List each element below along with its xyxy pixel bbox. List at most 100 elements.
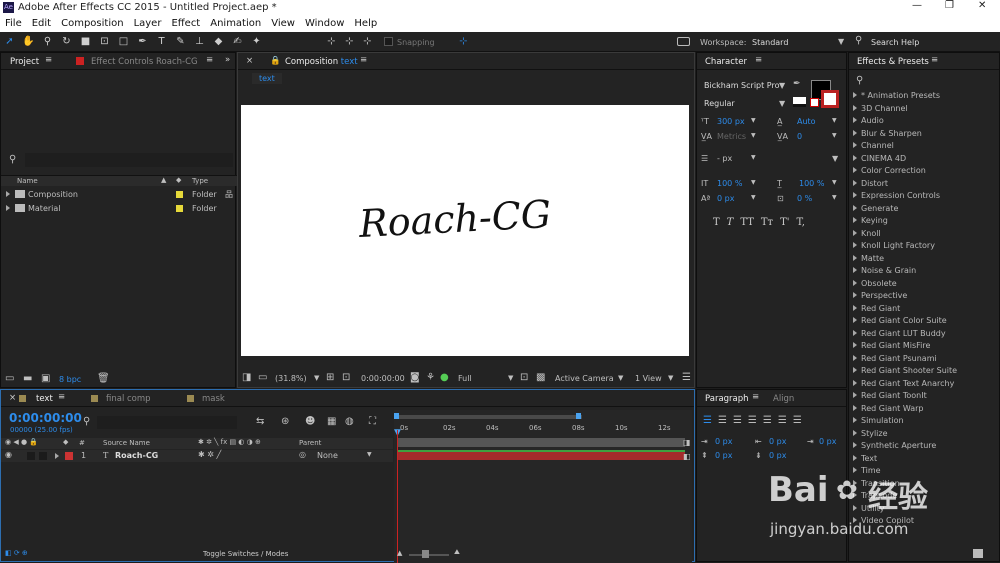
expand-arrow-icon[interactable]: [853, 404, 857, 411]
effect-category[interactable]: Noise & Grain: [853, 265, 999, 278]
sort-icon[interactable]: ▲: [161, 176, 166, 184]
work-area-bar[interactable]: [396, 415, 582, 419]
view-select[interactable]: 1 View: [635, 374, 662, 383]
kerning-value[interactable]: Metrics: [717, 132, 746, 141]
transparency-grid-icon[interactable]: ▩: [536, 372, 545, 383]
leading-dropdown-icon[interactable]: ▼: [832, 117, 837, 124]
shy-layers-icon[interactable]: ☻: [305, 416, 315, 427]
expand-arrow-icon[interactable]: [853, 142, 857, 148]
expand-arrow-icon[interactable]: [853, 279, 857, 286]
composition-canvas[interactable]: Roach-CG: [241, 105, 689, 356]
effect-category[interactable]: Red Giant LUT Buddy: [853, 328, 999, 341]
draft-3d-icon[interactable]: ⊛: [281, 416, 289, 427]
always-preview-icon[interactable]: ◨: [242, 372, 251, 383]
layer-duration-bar[interactable]: [397, 450, 685, 460]
grid-icon[interactable]: ⊞: [326, 372, 334, 383]
clone-tool-icon[interactable]: ⊥: [193, 35, 206, 48]
axis-local-icon[interactable]: ⊹: [325, 35, 338, 48]
effect-category[interactable]: Red Giant Text Anarchy: [853, 378, 999, 391]
tsume-value[interactable]: 0 %: [797, 194, 812, 203]
parent-select[interactable]: None: [317, 451, 338, 460]
zoom-out-icon[interactable]: ▲: [397, 549, 402, 557]
label-column-icon[interactable]: ◆: [176, 176, 181, 184]
close-icon[interactable]: ✕: [978, 0, 986, 11]
tab-mask[interactable]: mask: [202, 394, 225, 404]
align-center-button[interactable]: ☰: [718, 415, 727, 426]
effect-category[interactable]: Audio: [853, 115, 999, 128]
column-name[interactable]: Name: [17, 177, 38, 185]
brush-tool-icon[interactable]: ✎: [174, 35, 187, 48]
snap-icon[interactable]: ⊹: [457, 35, 470, 48]
expand-arrow-icon[interactable]: [853, 117, 857, 123]
effect-category[interactable]: Distort: [853, 178, 999, 191]
effect-category[interactable]: 3D Channel: [853, 103, 999, 116]
expand-arrow-icon[interactable]: [853, 379, 857, 386]
timeline-search-icon[interactable]: ⚲: [83, 416, 90, 427]
font-dropdown-icon[interactable]: ▼: [779, 81, 785, 90]
effect-category[interactable]: Knoll: [853, 228, 999, 241]
indent-right-value[interactable]: 0 px: [769, 437, 786, 446]
character-menu-icon[interactable]: ≡: [755, 55, 762, 65]
interpret-footage-icon[interactable]: ▭: [5, 373, 14, 384]
maximize-icon[interactable]: ❐: [945, 0, 954, 11]
menu-layer[interactable]: Layer: [129, 16, 167, 31]
expand-arrow-icon[interactable]: [853, 442, 857, 448]
no-color-swatch-icon[interactable]: [810, 98, 819, 107]
roto-brush-tool-icon[interactable]: ✍: [231, 35, 244, 48]
expand-arrow-icon[interactable]: [6, 204, 14, 213]
menu-composition[interactable]: Composition: [56, 16, 128, 31]
workspace-select[interactable]: Standard: [752, 38, 788, 47]
expand-layer-arrow-icon[interactable]: [55, 452, 63, 461]
effect-category[interactable]: Red Giant Psunami: [853, 353, 999, 366]
minimize-icon[interactable]: —: [912, 0, 922, 11]
vertical-scale-value[interactable]: 100 %: [717, 179, 742, 188]
menu-help[interactable]: Help: [349, 16, 382, 31]
tracking-value[interactable]: 0: [797, 132, 802, 141]
zoom-tool-icon[interactable]: ⚲: [41, 35, 54, 48]
close-timeline-tab-icon[interactable]: ×: [9, 393, 16, 403]
snapshot-icon[interactable]: ◙: [410, 372, 420, 383]
expand-arrow-icon[interactable]: [853, 179, 857, 186]
av-switches-icon[interactable]: ◉ ◀ ● 🔒: [5, 438, 38, 446]
axis-view-icon[interactable]: ⊹: [361, 35, 374, 48]
kerning-dropdown-icon[interactable]: ▼: [751, 132, 756, 139]
zoom-dropdown-icon[interactable]: ▼: [314, 374, 319, 382]
effect-category[interactable]: Color Correction: [853, 165, 999, 178]
expand-arrow-icon[interactable]: [853, 292, 857, 298]
solo-toggle[interactable]: [39, 452, 47, 460]
type-tool-icon[interactable]: T: [155, 35, 168, 48]
eraser-tool-icon[interactable]: ◆: [212, 35, 225, 48]
number-column[interactable]: #: [79, 439, 85, 447]
column-source-name[interactable]: Source Name: [103, 439, 150, 447]
expand-arrow-icon[interactable]: [853, 92, 857, 98]
pan-behind-tool-icon[interactable]: ⊡: [98, 35, 111, 48]
timeline-timecode[interactable]: 0:00:00:00: [9, 411, 82, 425]
tab-effects-presets[interactable]: Effects & Presets: [857, 57, 929, 67]
superscript-button[interactable]: T': [780, 217, 789, 228]
project-search-icon[interactable]: ⚲: [9, 154, 16, 165]
bpc-toggle[interactable]: 8 bpc: [59, 375, 81, 384]
time-ruler[interactable]: 0s 02s 04s 06s 08s 10s 12s: [394, 422, 692, 436]
expand-arrow-icon[interactable]: [853, 329, 857, 336]
expand-arrow-icon[interactable]: [853, 204, 857, 211]
expand-arrow-icon[interactable]: [853, 167, 857, 173]
pen-tool-icon[interactable]: ✒: [136, 35, 149, 48]
layer-comp-icon[interactable]: ◧: [683, 452, 691, 461]
size-dropdown-icon[interactable]: ▼: [751, 117, 756, 124]
tsume-dropdown-icon[interactable]: ▼: [832, 194, 837, 201]
workspace-dropdown-icon[interactable]: ▼: [838, 37, 844, 46]
expand-arrow-icon[interactable]: [853, 242, 857, 248]
pickwhip-icon[interactable]: ◎: [299, 450, 306, 459]
comp-menu-icon[interactable]: ≡: [360, 55, 367, 65]
effects-menu-icon[interactable]: ≡: [931, 55, 938, 65]
current-time-indicator[interactable]: [397, 430, 398, 563]
eyedropper-icon[interactable]: ✒: [793, 79, 801, 89]
view-options-icon[interactable]: ☰: [682, 372, 691, 383]
effect-category[interactable]: Red Giant ToonIt: [853, 390, 999, 403]
stroke-width-dropdown-icon[interactable]: ▼: [751, 154, 756, 161]
effect-category[interactable]: Red Giant MisFire: [853, 340, 999, 353]
tab-effect-controls[interactable]: Effect Controls Roach-CG: [91, 57, 198, 67]
space-after-value[interactable]: 0 px: [769, 451, 786, 460]
stroke-order-dropdown-icon[interactable]: ▼: [832, 154, 838, 163]
camera-select[interactable]: Active Camera: [555, 374, 614, 383]
